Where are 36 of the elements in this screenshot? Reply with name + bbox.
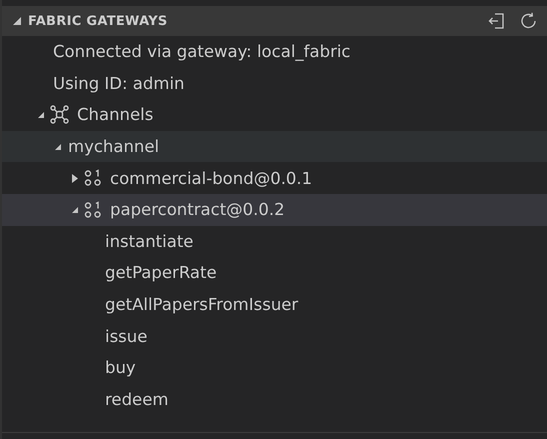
item-label: getAllPapersFromIssuer [104,295,298,314]
collapsed-arrow-icon[interactable] [72,174,78,183]
tree-item[interactable]: Using ID: admin [2,68,547,100]
expanded-arrow-icon[interactable] [54,142,62,151]
item-label: Connected via gateway: local_fabric [52,42,351,62]
binary-icon [84,169,102,188]
tree-item[interactable]: papercontract@0.0.2 [2,194,547,226]
tree-item[interactable]: redeem [2,384,547,416]
tree-item[interactable]: issue [2,320,547,352]
item-label: instantiate [104,232,194,251]
refresh-icon [520,12,538,30]
panel-title: FABRIC GATEWAYS [28,14,169,28]
item-label: Using ID: admin [52,74,185,93]
expanded-arrow-icon[interactable] [71,206,79,214]
item-label: buy [104,358,136,378]
exit-icon [488,12,506,30]
tree-item[interactable]: instantiate [2,226,547,258]
expanded-arrow-icon[interactable] [12,16,22,26]
tree-item[interactable]: getPaperRate [2,257,547,289]
panel-header[interactable]: FABRIC GATEWAYS [2,6,547,36]
item-label: commercial-bond@0.0.1 [110,168,312,188]
tree-item[interactable]: getAllPapersFromIssuer [2,288,547,320]
tree-item[interactable]: Connected via gateway: local_fabric [2,36,547,68]
item-label: mychannel [67,137,160,156]
tree-item[interactable]: mychannel [2,130,547,162]
item-label: redeem [104,390,168,409]
binary-icon [84,200,102,219]
item-label: issue [104,326,148,346]
item-label: Channels [77,105,154,124]
network-icon [50,105,69,124]
tree-item[interactable]: commercial-bond@0.0.1 [2,162,547,194]
tree-item[interactable]: Channels [2,99,547,131]
tree-item[interactable]: buy [2,352,547,384]
item-label: getPaperRate [104,263,217,282]
expanded-arrow-icon[interactable] [37,110,45,119]
item-label: papercontract@0.0.2 [110,200,285,220]
